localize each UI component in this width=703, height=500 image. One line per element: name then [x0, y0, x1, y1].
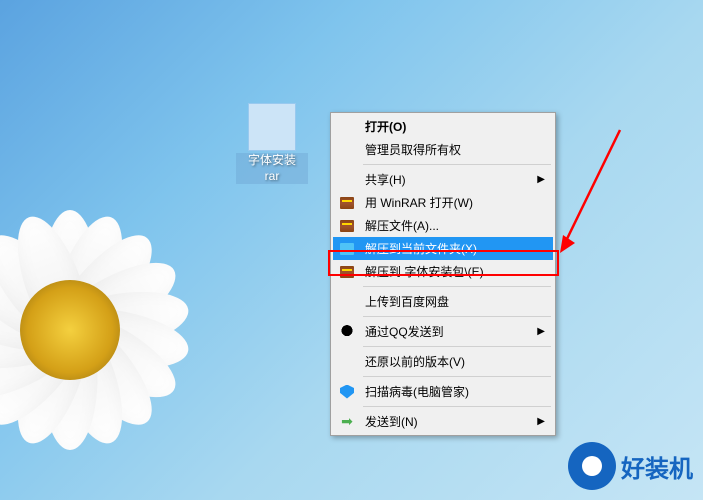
- context-menu: 打开(O)管理员取得所有权共享(H)▶用 WinRAR 打开(W)解压文件(A)…: [330, 112, 556, 436]
- menu-item-label: 打开(O): [365, 118, 545, 135]
- menu-item-label: 解压文件(A)...: [365, 217, 545, 234]
- menu-item-11[interactable]: 通过QQ发送到▶: [333, 320, 553, 343]
- menu-item-label: 解压到当前文件夹(X): [365, 240, 545, 257]
- menu-separator: [363, 376, 551, 377]
- menu-item-label: 通过QQ发送到: [365, 323, 537, 340]
- menu-item-17[interactable]: ➡ 发送到(N)▶: [333, 410, 553, 433]
- winrar-icon: [337, 195, 357, 211]
- menu-icon-empty: [337, 172, 357, 188]
- menu-item-label: 发送到(N): [365, 413, 537, 430]
- watermark-logo-icon: [568, 442, 616, 490]
- file-label: 字体安装 rar: [236, 153, 308, 184]
- watermark: 好装机: [568, 442, 693, 490]
- menu-item-7[interactable]: 解压到 字体安装包\(E): [333, 260, 553, 283]
- menu-icon-empty: [337, 119, 357, 135]
- menu-icon-empty: [337, 294, 357, 310]
- menu-item-label: 解压到 字体安装包\(E): [365, 263, 545, 280]
- menu-item-6[interactable]: 解压到当前文件夹(X): [333, 237, 553, 260]
- menu-item-15[interactable]: 扫描病毒(电脑管家): [333, 380, 553, 403]
- submenu-arrow-icon: ▶: [537, 416, 545, 427]
- wallpaper-flower: [0, 180, 220, 480]
- menu-icon-empty: [337, 142, 357, 158]
- menu-item-label: 管理员取得所有权: [365, 141, 545, 158]
- menu-item-label: 用 WinRAR 打开(W): [365, 194, 545, 211]
- menu-icon-empty: [337, 354, 357, 370]
- menu-item-9[interactable]: 上传到百度网盘: [333, 290, 553, 313]
- archive-blue-icon: [337, 241, 357, 257]
- file-icon-rar[interactable]: 字体安装 rar: [236, 103, 308, 183]
- qq-icon: [337, 324, 357, 340]
- menu-separator: [363, 346, 551, 347]
- menu-item-label: 扫描病毒(电脑管家): [365, 383, 545, 400]
- menu-separator: [363, 164, 551, 165]
- winrar-icon: [337, 264, 357, 280]
- menu-item-label: 上传到百度网盘: [365, 293, 545, 310]
- menu-item-13[interactable]: 还原以前的版本(V): [333, 350, 553, 373]
- watermark-text: 好装机: [621, 449, 693, 484]
- archive-icon: [248, 103, 296, 151]
- menu-item-3[interactable]: 共享(H)▶: [333, 168, 553, 191]
- send-icon: ➡: [337, 414, 357, 430]
- menu-item-4[interactable]: 用 WinRAR 打开(W): [333, 191, 553, 214]
- menu-item-label: 还原以前的版本(V): [365, 353, 545, 370]
- menu-item-1[interactable]: 管理员取得所有权: [333, 138, 553, 161]
- submenu-arrow-icon: ▶: [537, 326, 545, 337]
- menu-separator: [363, 316, 551, 317]
- submenu-arrow-icon: ▶: [537, 174, 545, 185]
- menu-item-0[interactable]: 打开(O): [333, 115, 553, 138]
- menu-separator: [363, 406, 551, 407]
- menu-separator: [363, 286, 551, 287]
- desktop: 字体安装 rar 打开(O)管理员取得所有权共享(H)▶用 WinRAR 打开(…: [0, 0, 703, 500]
- annotation-arrow: [555, 125, 635, 255]
- winrar-icon: [337, 218, 357, 234]
- menu-item-5[interactable]: 解压文件(A)...: [333, 214, 553, 237]
- shield-icon: [337, 384, 357, 400]
- menu-item-label: 共享(H): [365, 171, 537, 188]
